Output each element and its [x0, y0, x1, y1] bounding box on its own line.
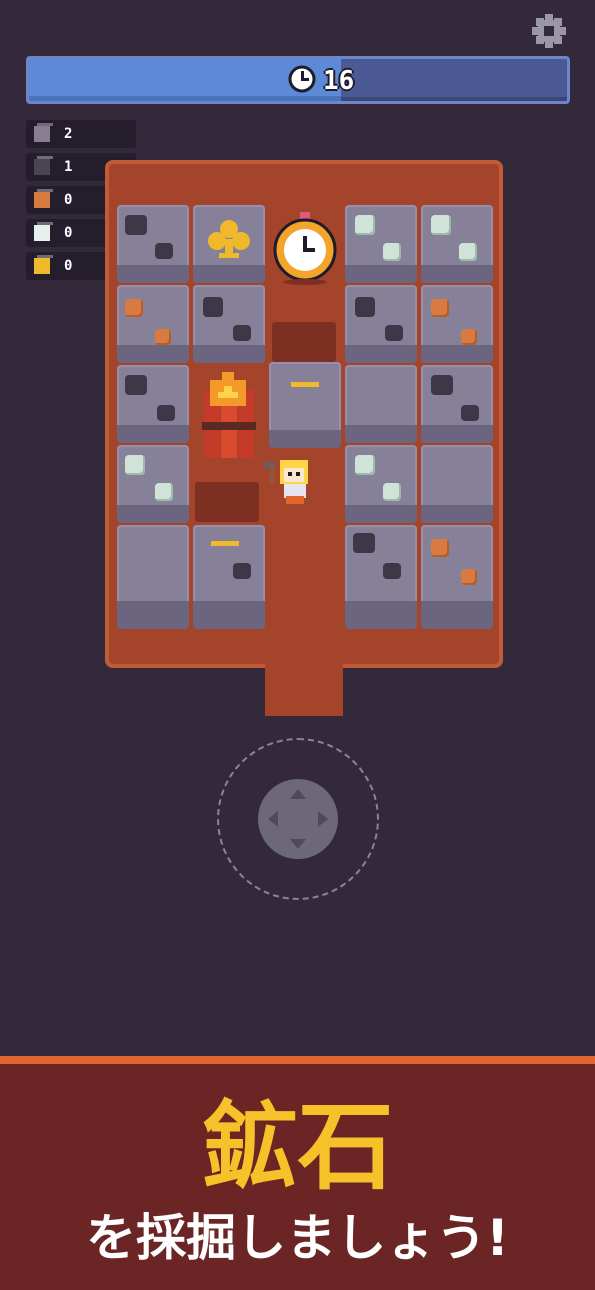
dpad-arrows-icon [268, 789, 328, 849]
rock-block[interactable] [345, 285, 417, 363]
inventory-count: 2 [64, 126, 73, 142]
inventory-count: 0 [64, 258, 73, 274]
timer-seconds: 16 [323, 66, 355, 96]
rock-block-silver-ore[interactable] [421, 205, 493, 283]
banner-title: 鉱石 [201, 1091, 394, 1203]
gold-bar-marker [291, 382, 319, 387]
inventory-count: 0 [64, 192, 73, 208]
rock-block-copper-ore[interactable] [421, 525, 493, 629]
stopwatch-icon[interactable] [272, 210, 338, 286]
inventory-count: 1 [64, 159, 73, 175]
dug-tile [272, 322, 336, 362]
rock-block[interactable] [117, 525, 189, 629]
banner-subtitle: を採掘しましょう! [86, 1209, 509, 1267]
inventory-count: 0 [64, 225, 73, 241]
rock-block[interactable] [117, 205, 189, 283]
rock-block[interactable] [345, 365, 417, 443]
rock-block-copper-ore[interactable] [421, 285, 493, 363]
rock-block-cracked[interactable] [269, 362, 341, 448]
joystick-knob[interactable] [258, 779, 338, 859]
timer-bar: 16 [26, 56, 570, 104]
stone-ore-icon [34, 123, 53, 142]
dug-tile [195, 482, 259, 522]
rock-block[interactable] [193, 285, 265, 363]
clock-icon [287, 64, 317, 98]
gold-ore-icon [34, 255, 53, 274]
inventory-row-stone: 2 [26, 120, 136, 148]
mine-exit-corridor [265, 630, 343, 716]
gold-bar-marker [211, 541, 239, 546]
coal-ore-icon [34, 156, 53, 175]
rock-block-silver-ore[interactable] [345, 205, 417, 283]
gear-icon[interactable] [530, 12, 568, 50]
gold-clover-icon [208, 220, 250, 258]
rock-block[interactable] [345, 525, 417, 629]
rock-block[interactable] [421, 445, 493, 523]
rock-block-silver-ore[interactable] [117, 445, 189, 523]
rock-block[interactable] [421, 365, 493, 443]
rock-block-copper-ore[interactable] [117, 285, 189, 363]
dynamite-bundle-icon[interactable] [196, 370, 262, 466]
rock-block-gold-ore[interactable] [193, 205, 265, 283]
miner-character [262, 456, 322, 508]
silver-ore-icon [34, 222, 53, 241]
rock-block[interactable] [117, 365, 189, 443]
copper-ore-icon [34, 189, 53, 208]
rock-block-cracked[interactable] [193, 525, 265, 629]
rock-block-silver-ore[interactable] [345, 445, 417, 523]
